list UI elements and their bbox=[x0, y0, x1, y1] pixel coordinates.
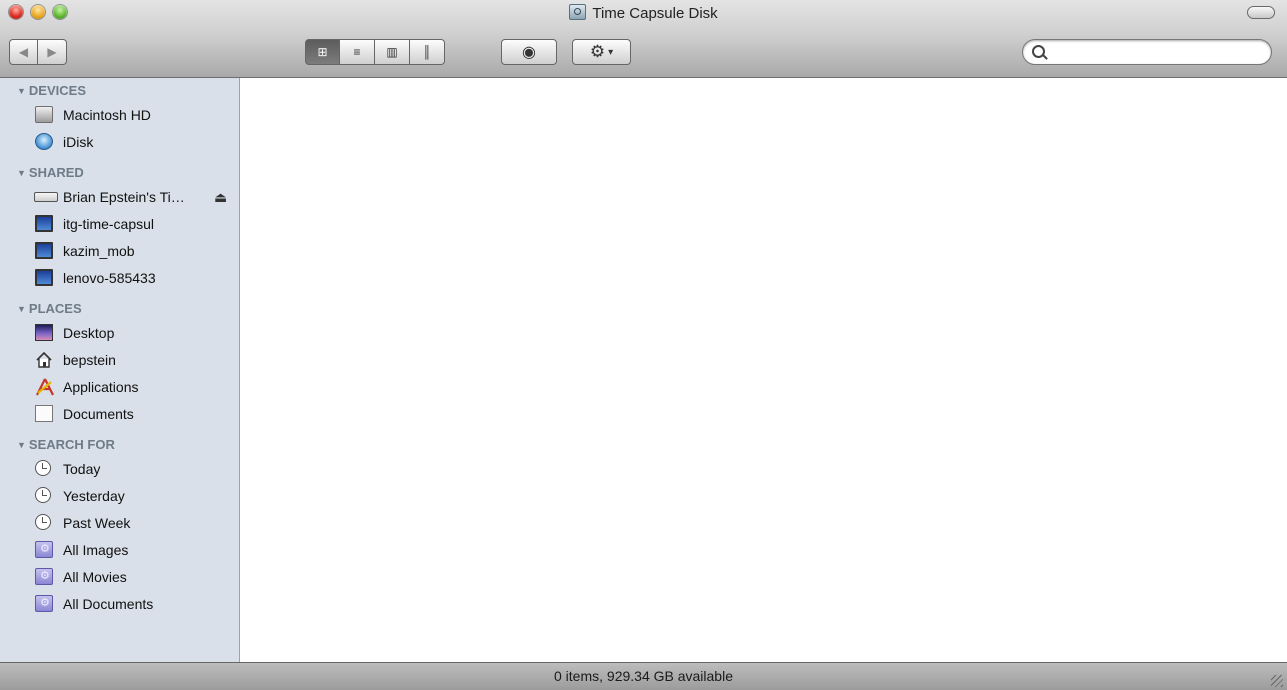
view-mode-control: ⊞ ≡ ▥ ║ bbox=[305, 39, 445, 65]
sidebar-item-label: lenovo-585433 bbox=[63, 269, 156, 286]
sidebar-item-label: Desktop bbox=[63, 324, 115, 341]
resize-grip-icon[interactable] bbox=[1271, 675, 1283, 687]
smart-folder-icon bbox=[35, 595, 53, 612]
sidebar-item-label: bepstein bbox=[63, 351, 116, 368]
quick-look-button[interactable]: ◉ bbox=[501, 39, 557, 65]
sidebar-item-applications[interactable]: Applications bbox=[0, 373, 239, 400]
sidebar-item-label: All Images bbox=[63, 541, 129, 558]
eye-icon: ◉ bbox=[522, 44, 536, 61]
disclosure-triangle-icon[interactable]: ▼ bbox=[17, 168, 26, 178]
list-view-icon: ≡ bbox=[353, 45, 361, 59]
group-title: SHARED bbox=[28, 165, 84, 180]
sidebar-item-macintosh-hd[interactable]: Macintosh HD bbox=[0, 101, 239, 128]
gear-icon: ⚙ bbox=[589, 42, 606, 61]
chevron-down-icon: ▾ bbox=[608, 46, 614, 58]
icon-view-button[interactable]: ⊞ bbox=[305, 39, 340, 65]
list-view-button[interactable]: ≡ bbox=[340, 39, 375, 65]
sidebar-item-label: All Movies bbox=[63, 568, 127, 585]
column-view-button[interactable]: ▥ bbox=[375, 39, 410, 65]
back-button[interactable]: ◀ bbox=[9, 39, 38, 65]
sidebar-item-label: kazim_mob bbox=[63, 242, 135, 259]
computer-icon bbox=[35, 269, 53, 286]
toolbar-toggle-button[interactable] bbox=[1247, 6, 1275, 19]
network-drive-icon bbox=[34, 192, 58, 202]
sidebar-item-brian-epstein-time-capsule[interactable]: Brian Epstein's Ti… ⏏ bbox=[0, 183, 239, 210]
sidebar-item-label: Macintosh HD bbox=[63, 106, 151, 123]
sidebar-item-idisk[interactable]: iDisk bbox=[0, 128, 239, 155]
status-text: 0 items, 929.34 GB available bbox=[554, 668, 733, 684]
window-title: Time Capsule Disk bbox=[0, 4, 1287, 23]
sidebar-item-label: Documents bbox=[63, 405, 134, 422]
sidebar-item-label: Applications bbox=[63, 378, 139, 395]
idisk-icon bbox=[35, 133, 53, 150]
hard-drive-icon bbox=[35, 106, 53, 123]
sidebar-group-search-for[interactable]: ▼ SEARCH FOR bbox=[17, 437, 239, 455]
clock-icon bbox=[35, 487, 51, 503]
back-arrow-icon: ◀ bbox=[18, 45, 29, 59]
documents-folder-icon bbox=[35, 405, 53, 422]
disclosure-triangle-icon[interactable]: ▼ bbox=[17, 304, 26, 314]
sidebar-item-label: Past Week bbox=[63, 514, 131, 531]
time-capsule-disk-icon bbox=[569, 4, 587, 20]
icon-view-icon: ⊞ bbox=[317, 45, 328, 59]
back-forward-control: ◀ ▶ bbox=[9, 39, 67, 65]
group-title: SEARCH FOR bbox=[28, 437, 115, 452]
computer-icon bbox=[35, 215, 53, 232]
sidebar-item-kazim-mob[interactable]: kazim_mob bbox=[0, 237, 239, 264]
sidebar-item-all-documents[interactable]: All Documents bbox=[0, 590, 239, 617]
clock-icon bbox=[35, 514, 51, 530]
sidebar-item-label: Today bbox=[63, 460, 101, 477]
sidebar-item-label: iDisk bbox=[63, 133, 94, 150]
sidebar-group-devices[interactable]: ▼ DEVICES bbox=[17, 83, 239, 101]
eject-icon[interactable]: ⏏ bbox=[214, 189, 227, 206]
search-icon bbox=[1032, 45, 1045, 58]
group-title: DEVICES bbox=[28, 83, 86, 98]
smart-folder-icon bbox=[35, 568, 53, 585]
computer-icon bbox=[35, 242, 53, 259]
sidebar: ▼ DEVICES Macintosh HD iDisk ▼ SHARED Bria… bbox=[0, 78, 240, 662]
coverflow-view-icon: ║ bbox=[422, 45, 432, 59]
sidebar-item-label: Brian Epstein's Ti… bbox=[63, 188, 185, 205]
sidebar-item-all-images[interactable]: All Images bbox=[0, 536, 239, 563]
column-view-icon: ▥ bbox=[386, 45, 398, 59]
sidebar-item-itg-time-capsul[interactable]: itg-time-capsul bbox=[0, 210, 239, 237]
sidebar-item-bepstein[interactable]: bepstein bbox=[0, 346, 239, 373]
search-field[interactable] bbox=[1022, 39, 1272, 65]
status-bar: 0 items, 929.34 GB available bbox=[0, 662, 1287, 690]
window-title-text: Time Capsule Disk bbox=[592, 5, 718, 22]
sidebar-item-documents[interactable]: Documents bbox=[0, 400, 239, 427]
sidebar-item-past-week[interactable]: Past Week bbox=[0, 509, 239, 536]
title-toolbar-bar: Time Capsule Disk ◀ ▶ ⊞ ≡ ▥ ║ ◉ ⚙ ▾ bbox=[0, 0, 1287, 78]
sidebar-item-lenovo-585433[interactable]: lenovo-585433 bbox=[0, 264, 239, 291]
desktop-icon bbox=[35, 324, 53, 341]
sidebar-item-yesterday[interactable]: Yesterday bbox=[0, 482, 239, 509]
sidebar-item-label: Yesterday bbox=[63, 487, 125, 504]
group-title: PLACES bbox=[28, 301, 82, 316]
sidebar-item-desktop[interactable]: Desktop bbox=[0, 319, 239, 346]
sidebar-item-label: itg-time-capsul bbox=[63, 215, 155, 232]
sidebar-item-all-movies[interactable]: All Movies bbox=[0, 563, 239, 590]
clock-icon bbox=[35, 460, 51, 476]
sidebar-group-shared[interactable]: ▼ SHARED bbox=[17, 165, 239, 183]
search-input[interactable] bbox=[1049, 43, 1263, 63]
smart-folder-icon bbox=[35, 541, 53, 558]
sidebar-group-places[interactable]: ▼ PLACES bbox=[17, 301, 239, 319]
home-icon bbox=[35, 351, 53, 368]
forward-arrow-icon: ▶ bbox=[47, 45, 57, 59]
finder-window: Time Capsule Disk ◀ ▶ ⊞ ≡ ▥ ║ ◉ ⚙ ▾ ▼ DE… bbox=[0, 0, 1287, 690]
file-browser-content[interactable] bbox=[240, 78, 1287, 662]
applications-icon bbox=[35, 378, 54, 396]
disclosure-triangle-icon[interactable]: ▼ bbox=[17, 86, 26, 96]
action-menu-button[interactable]: ⚙ ▾ bbox=[572, 39, 631, 65]
sidebar-item-today[interactable]: Today bbox=[0, 455, 239, 482]
forward-button[interactable]: ▶ bbox=[38, 39, 67, 65]
disclosure-triangle-icon[interactable]: ▼ bbox=[17, 440, 26, 450]
sidebar-item-label: All Documents bbox=[63, 595, 154, 612]
coverflow-view-button[interactable]: ║ bbox=[410, 39, 445, 65]
